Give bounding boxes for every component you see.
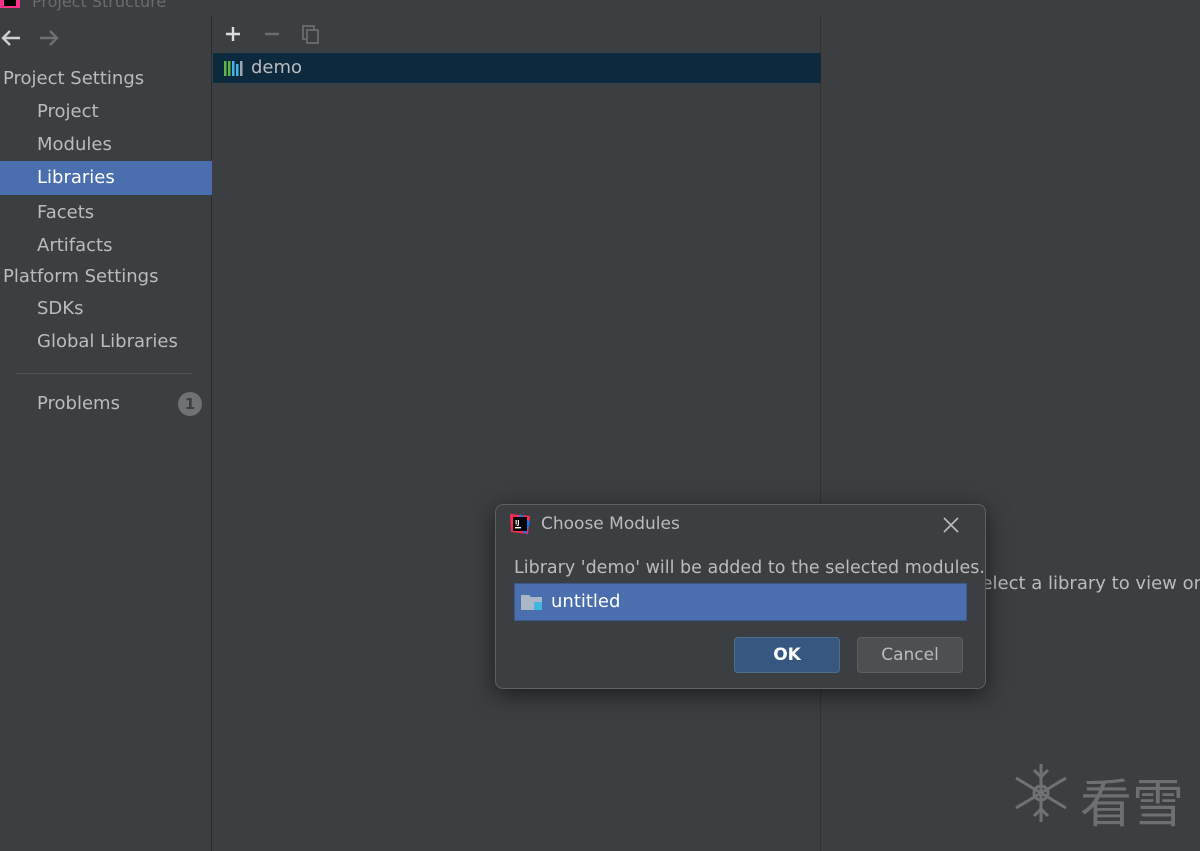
- sidebar-divider: [16, 373, 192, 374]
- sidebar-item-problems[interactable]: Problems 1: [0, 387, 212, 421]
- intellij-icon: [0, 0, 20, 8]
- detail-panel: Select a library to view or edit its det…: [822, 16, 1200, 851]
- plus-icon[interactable]: [221, 22, 245, 46]
- library-name: demo: [251, 57, 303, 78]
- sidebar-item-label: Project: [37, 101, 99, 122]
- sidebar-item-label: Problems: [37, 393, 120, 414]
- dialog-title: Choose Modules: [541, 514, 680, 534]
- arrow-left-icon[interactable]: [0, 24, 22, 52]
- library-icon: [224, 61, 243, 76]
- empty-detail-hint: Select a library to view or edit its det…: [982, 573, 1200, 594]
- sidebar-item-facets[interactable]: Facets: [0, 196, 212, 230]
- intellij-icon: IJ: [510, 514, 530, 534]
- dialog-message: Library 'demo' will be added to the sele…: [514, 558, 985, 578]
- sidebar-item-label: Facets: [37, 202, 95, 223]
- sidebar-item-global-libraries[interactable]: Global Libraries: [0, 325, 212, 359]
- sidebar-item-label: Modules: [37, 134, 112, 155]
- watermark-text: 看雪: [1080, 775, 1185, 835]
- close-icon[interactable]: [940, 514, 962, 536]
- sidebar-item-label: Libraries: [37, 167, 115, 188]
- library-list-panel: demo: [213, 16, 821, 851]
- window-titlebar: Project Structure: [0, 0, 1200, 16]
- library-row-demo[interactable]: demo: [213, 53, 821, 83]
- platform-settings-header: Platform Settings: [3, 266, 159, 287]
- nav-arrows: [0, 24, 80, 52]
- sidebar-item-label: Artifacts: [37, 235, 113, 256]
- problems-count-badge: 1: [178, 392, 202, 416]
- choose-modules-dialog: IJ Choose Modules Library 'demo' will be…: [495, 504, 986, 689]
- library-toolbar: [213, 16, 821, 52]
- arrow-right-icon[interactable]: [38, 24, 60, 52]
- module-name: untitled: [551, 591, 621, 612]
- minus-icon[interactable]: [260, 22, 284, 46]
- sidebar-item-project[interactable]: Project: [0, 95, 212, 129]
- window-title: Project Structure: [32, 0, 167, 11]
- cancel-button[interactable]: Cancel: [857, 637, 963, 673]
- svg-text:IJ: IJ: [515, 520, 519, 527]
- watermark: 看雪: [1010, 760, 1190, 835]
- sidebar-item-label: SDKs: [37, 298, 84, 319]
- ok-button[interactable]: OK: [734, 637, 840, 673]
- project-settings-header: Project Settings: [3, 68, 145, 89]
- sidebar-item-label: Global Libraries: [37, 331, 178, 352]
- snowflake-icon: [1015, 764, 1067, 822]
- sidebar-item-sdks[interactable]: SDKs: [0, 292, 212, 326]
- sidebar: Project Settings Project Modules Librari…: [0, 16, 212, 851]
- copy-icon[interactable]: [299, 22, 323, 46]
- module-list[interactable]: untitled: [514, 583, 967, 621]
- module-folder-icon: [521, 595, 542, 610]
- sidebar-item-libraries[interactable]: Libraries: [0, 161, 212, 195]
- sidebar-item-artifacts[interactable]: Artifacts: [0, 229, 212, 263]
- sidebar-item-modules[interactable]: Modules: [0, 128, 212, 162]
